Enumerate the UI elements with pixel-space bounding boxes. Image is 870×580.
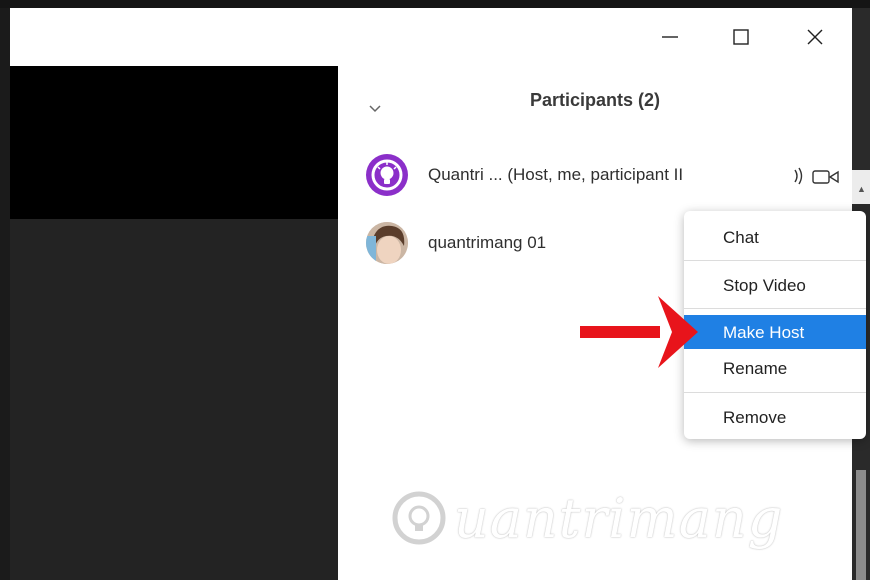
menu-item-make-host[interactable]: Make Host bbox=[684, 315, 866, 349]
panel-title: Participants (2) bbox=[529, 90, 661, 110]
menu-item-stop-video[interactable]: Stop Video bbox=[684, 268, 866, 302]
menu-item-label: Chat bbox=[723, 228, 759, 247]
menu-divider bbox=[684, 392, 866, 393]
minimize-icon bbox=[662, 36, 678, 38]
watermark: uantrimang bbox=[390, 478, 783, 558]
participant-name: quantrimang 01 bbox=[428, 233, 547, 252]
photo-avatar-icon bbox=[366, 222, 408, 264]
menu-item-label: Make Host bbox=[723, 323, 805, 342]
maximize-icon bbox=[733, 29, 749, 45]
menu-item-remove[interactable]: Remove bbox=[684, 400, 866, 434]
menu-item-label: Stop Video bbox=[723, 276, 806, 295]
close-icon bbox=[807, 29, 823, 45]
menu-divider bbox=[684, 308, 866, 309]
menu-item-label: Remove bbox=[723, 408, 787, 427]
red-arrow-annotation bbox=[580, 296, 700, 377]
screen: ▲ Participants (2) Quantri ... (Host, me… bbox=[0, 0, 870, 580]
scroll-up-arrow-icon: ▲ bbox=[857, 184, 866, 194]
video-camera-icon bbox=[812, 168, 840, 191]
minimize-button[interactable] bbox=[653, 20, 687, 54]
participant-avatar bbox=[366, 154, 408, 196]
video-feed bbox=[10, 66, 338, 219]
participant-row-host[interactable]: Quantri ... (Host, me, participant II bbox=[366, 154, 846, 200]
maximize-button[interactable] bbox=[724, 20, 758, 54]
menu-item-rename[interactable]: Rename bbox=[684, 351, 866, 385]
participant-name: Quantri ... (Host, me, participant II bbox=[428, 165, 684, 184]
desktop-top-strip bbox=[0, 0, 870, 8]
menu-item-chat[interactable]: Chat bbox=[684, 220, 866, 254]
menu-divider bbox=[684, 260, 866, 261]
close-button[interactable] bbox=[798, 20, 832, 54]
lightbulb-icon bbox=[392, 491, 446, 545]
background-scrollbar-thumb[interactable] bbox=[856, 470, 866, 580]
title-bar bbox=[10, 8, 852, 66]
participant-context-menu: Chat Stop Video Make Host Rename Remove bbox=[684, 211, 866, 439]
watermark-text: uantrimang bbox=[454, 486, 784, 550]
video-area[interactable] bbox=[10, 66, 338, 580]
menu-item-label: Rename bbox=[723, 359, 788, 378]
lightbulb-logo-icon bbox=[371, 159, 403, 191]
participant-avatar bbox=[366, 222, 408, 264]
